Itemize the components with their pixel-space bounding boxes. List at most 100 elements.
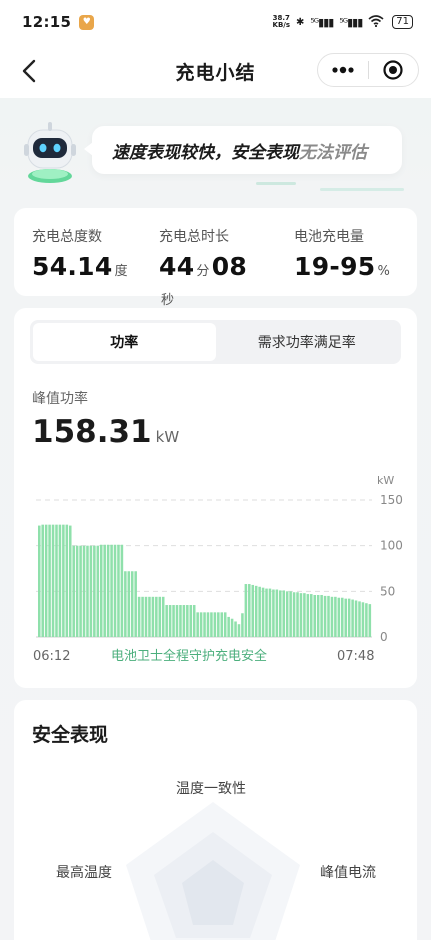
wifi-icon [368, 14, 384, 30]
chart-bar [344, 598, 347, 637]
chart-bar [268, 588, 272, 637]
back-button[interactable] [16, 58, 42, 84]
chart-bar [75, 545, 79, 637]
chart-bar [244, 584, 248, 637]
chart-bar [210, 612, 213, 637]
close-miniprogram-button[interactable] [368, 59, 418, 81]
chart-bar [158, 596, 162, 637]
network-speed: 38.7 KB/s [272, 14, 290, 29]
chart-bar [361, 602, 365, 637]
signal-5g-icon: ⁵ᴳ▮▮▮ [310, 15, 334, 29]
chart-bar [148, 596, 151, 637]
chart-caption: 电池卫士全程守护充电安全 [111, 648, 267, 664]
chart-bar [351, 599, 354, 637]
decor-line [256, 182, 296, 185]
chart-bar [299, 593, 303, 637]
tab-power[interactable]: 功率 [33, 323, 216, 361]
summary-text: 速度表现较快，安全表现 [112, 142, 299, 163]
chart-bar [155, 596, 158, 637]
chart-bar [347, 598, 351, 637]
chart-bar [354, 600, 358, 637]
stat-battery-label: 电池充电量 [294, 229, 364, 245]
stat-energy-label: 充电总度数 [32, 229, 102, 245]
radar-label-peak-current: 峰值电流 [320, 865, 376, 881]
chart-bar [261, 587, 265, 637]
x-end-label: 07:48 [337, 649, 374, 664]
chart-bar [79, 545, 82, 637]
chart-bar [223, 612, 227, 637]
tab-demand-satisfaction[interactable]: 需求功率满足率 [216, 323, 399, 361]
chart-bar [310, 594, 313, 637]
chart-bar [72, 545, 75, 637]
nav-bar: 充电小结 [0, 44, 431, 98]
chart-bar [282, 590, 286, 637]
chart-bar [130, 571, 134, 637]
chart-bar [265, 588, 268, 637]
summary-hero: 速度表现较快，安全表现 无法评估 [0, 98, 431, 198]
y-tick-100: 100 [380, 539, 403, 553]
stat-energy-value: 54.14 度 [32, 252, 128, 281]
chart-bar [182, 605, 186, 637]
chart-bar [134, 571, 137, 637]
chart-bar [62, 524, 65, 637]
chart-bar [220, 612, 224, 637]
summary-unknown: 无法评估 [299, 142, 367, 163]
y-tick-0: 0 [380, 630, 388, 644]
chart-bar [99, 544, 103, 637]
power-tabs: 功率 需求功率满足率 [30, 320, 401, 364]
chart-bar [124, 571, 127, 637]
chart-bar [58, 524, 62, 637]
chart-bar [48, 524, 51, 637]
chart-bar [151, 596, 155, 637]
chart-bar [165, 605, 168, 637]
chart-bar [285, 591, 289, 637]
chart-bar [279, 590, 282, 637]
more-dots-icon [332, 66, 354, 74]
chart-bar [296, 592, 299, 637]
chart-bar [127, 571, 131, 637]
chart-bar [44, 524, 48, 637]
page-title: 充电小结 [175, 61, 256, 84]
chart-bar [38, 525, 41, 637]
stat-energy: 充电总度数 54.14 度 [32, 226, 137, 296]
chart-bar [306, 594, 310, 637]
robot-mascot-icon [24, 122, 76, 183]
chart-bar [217, 612, 220, 637]
chart-bar [144, 596, 148, 637]
chart-bar [179, 605, 182, 637]
chart-bar [93, 545, 96, 637]
miniprogram-capsule [317, 53, 419, 87]
chart-bar [41, 524, 44, 637]
decor-line-2 [320, 188, 404, 191]
chart-bar [248, 584, 251, 637]
chart-bar [254, 585, 258, 637]
power-card: 功率 需求功率满足率 峰值功率 158.31 kW kW 150 100 50 0 06:1… [14, 308, 417, 688]
chart-bar [175, 605, 179, 637]
more-button[interactable] [318, 66, 368, 74]
chart-bar [316, 594, 320, 637]
chart-bar [161, 596, 165, 637]
chart-bar [203, 612, 206, 637]
chart-bar [320, 594, 323, 637]
chart-bar [365, 603, 368, 637]
charging-stats-card: 充电总度数 54.14 度 充电总时长 44 分08秒 电池充电量 19-95% [14, 208, 417, 308]
stat-duration-value: 44 分08秒 [159, 252, 248, 308]
chart-bar [168, 605, 172, 637]
y-unit-label: kW [377, 474, 394, 487]
chart-bar [86, 545, 89, 637]
chart-bar [330, 596, 334, 637]
y-tick-50: 50 [380, 584, 395, 598]
chart-bar [230, 618, 234, 637]
chart-bar [258, 586, 261, 637]
app-notification-icon: ♥ [79, 14, 95, 30]
y-tick-150: 150 [380, 493, 403, 507]
chart-bar [106, 544, 110, 637]
chart-bar [96, 545, 100, 637]
peak-power-label: 峰值功率 [32, 391, 88, 407]
status-bar: 12:15 ♥ 38.7 KB/s ✱ ⁵ᴳ▮▮▮ ⁵ᴳ▮▮▮ 71 [0, 0, 431, 44]
chart-bar [368, 604, 372, 637]
chart-bar [110, 544, 113, 637]
radar-chart [126, 802, 300, 940]
stat-battery: 电池充电量 19-95% [264, 226, 399, 296]
chart-bar [117, 544, 120, 637]
